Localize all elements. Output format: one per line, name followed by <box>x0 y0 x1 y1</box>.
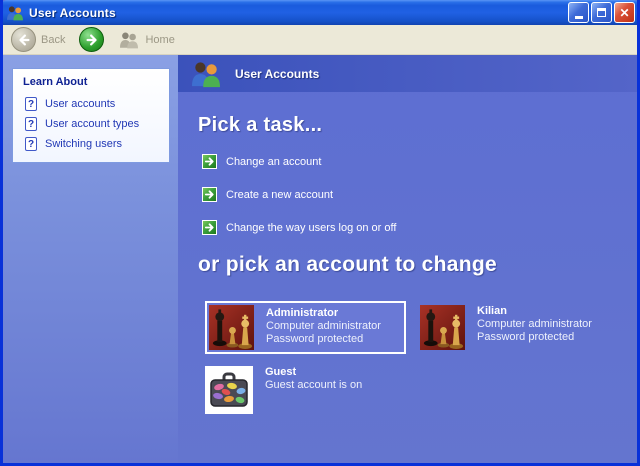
account-type: Computer administrator <box>477 318 592 330</box>
account-name: Administrator <box>266 307 339 319</box>
account-status: Password protected <box>477 331 575 343</box>
account-tile-kilian[interactable]: Kilian Computer administrator Password p… <box>420 301 637 350</box>
suitcase-picture <box>205 366 253 414</box>
help-icon: ? <box>25 117 37 131</box>
window-title: User Accounts <box>29 5 116 20</box>
title-bar: User Accounts ✕ <box>3 0 637 25</box>
home-icon <box>118 31 140 49</box>
window-controls: ✕ <box>568 2 635 23</box>
sidebar: Learn About ? User accounts ? User accou… <box>3 55 178 463</box>
main-header: User Accounts <box>178 55 637 92</box>
content-area: Learn About ? User accounts ? User accou… <box>3 55 637 463</box>
account-status: Password protected <box>266 333 364 345</box>
task-list: Change an account Create a new account C… <box>202 154 637 235</box>
account-tile-guest[interactable]: Guest Guest account is on <box>205 362 406 414</box>
pick-account-heading: or pick an account to change <box>198 253 497 276</box>
account-name: Guest <box>265 366 297 378</box>
user-accounts-icon <box>190 60 222 88</box>
sidebar-item-label: Switching users <box>45 138 123 150</box>
account-info: Administrator Computer administrator Pas… <box>266 305 381 346</box>
account-list: Administrator Computer administrator Pas… <box>205 301 637 414</box>
navigation-toolbar: Back Home <box>3 25 637 55</box>
account-type: Computer administrator <box>266 320 381 332</box>
back-button[interactable]: Back <box>11 27 65 52</box>
sidebar-item-label: User account types <box>45 118 140 130</box>
back-label: Back <box>41 33 66 46</box>
task-label: Change an account <box>226 155 322 168</box>
task-label: Change the way users log on or off <box>226 221 397 234</box>
account-tile-administrator[interactable]: Administrator Computer administrator Pas… <box>205 301 406 354</box>
green-arrow-icon <box>202 154 217 169</box>
minimize-button[interactable] <box>568 2 589 23</box>
sidebar-item-label: User accounts <box>45 98 116 110</box>
main-body: Pick a task... Change an account Create … <box>178 92 637 414</box>
forward-arrow-icon <box>79 27 105 52</box>
task-change-an-account[interactable]: Change an account <box>202 154 637 169</box>
maximize-icon <box>597 8 606 17</box>
forward-button[interactable] <box>79 27 105 52</box>
pick-task-heading: Pick a task... <box>198 114 323 136</box>
account-name: Kilian <box>477 305 507 317</box>
back-arrow-icon <box>11 27 36 52</box>
main-panel: User Accounts Pick a task... Change an a… <box>178 55 637 463</box>
user-accounts-window: User Accounts ✕ Back Home Learn About ? … <box>0 0 640 466</box>
chess-picture <box>209 305 254 350</box>
help-icon: ? <box>25 137 37 151</box>
green-arrow-icon <box>202 187 217 202</box>
user-accounts-icon <box>6 5 24 21</box>
green-arrow-icon <box>202 220 217 235</box>
chess-picture <box>420 305 465 350</box>
learn-about-title: Learn About <box>23 76 88 88</box>
account-status: Guest account is on <box>265 379 363 391</box>
sidebar-item-switching-users[interactable]: ? Switching users <box>13 134 169 154</box>
task-create-a-new-account[interactable]: Create a new account <box>202 187 637 202</box>
home-button[interactable]: Home <box>118 31 175 49</box>
task-change-logon-logoff[interactable]: Change the way users log on or off <box>202 220 637 235</box>
help-icon: ? <box>25 97 37 111</box>
close-button[interactable]: ✕ <box>614 2 635 23</box>
sidebar-item-user-account-types[interactable]: ? User account types <box>13 114 169 134</box>
account-info: Guest Guest account is on <box>265 366 362 392</box>
learn-about-panel: Learn About ? User accounts ? User accou… <box>12 68 170 163</box>
task-label: Create a new account <box>226 188 334 201</box>
maximize-button[interactable] <box>591 2 612 23</box>
sidebar-item-user-accounts[interactable]: ? User accounts <box>13 94 169 114</box>
minimize-icon <box>574 16 583 19</box>
account-info: Kilian Computer administrator Password p… <box>477 305 592 344</box>
main-header-title: User Accounts <box>235 66 320 81</box>
close-icon: ✕ <box>619 5 630 20</box>
home-label: Home <box>145 33 175 46</box>
